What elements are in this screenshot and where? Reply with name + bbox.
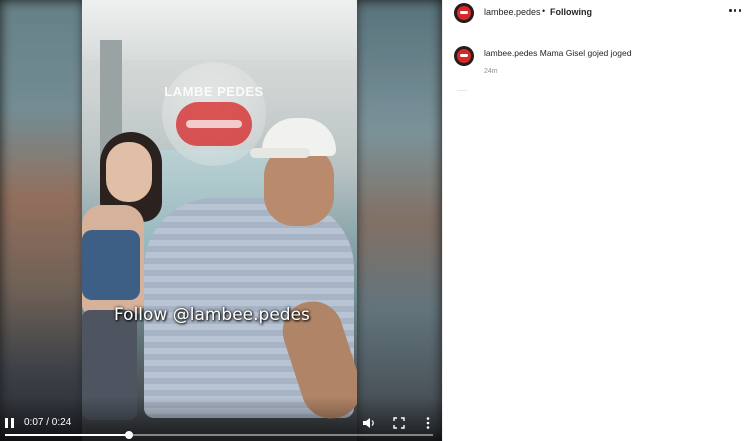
video-frame: LAMBE PEDES xyxy=(82,0,357,441)
divider xyxy=(457,90,467,91)
video-blur-left xyxy=(0,0,85,441)
lambe-pedes-logo: LAMBE PEDES xyxy=(162,62,266,166)
caption-timestamp[interactable]: 24m xyxy=(484,68,498,75)
post-viewer: LAMBE PEDES Follow @lambee.pedes 0:07 / … xyxy=(0,0,745,441)
caption-text: lambee.pedes Mama Gisel gojed joged xyxy=(484,48,631,58)
caption-body: Mama Gisel gojed joged xyxy=(539,48,632,58)
logo-text: LAMBE PEDES xyxy=(164,84,264,99)
fullscreen-icon[interactable] xyxy=(392,416,406,430)
video-progress-handle[interactable] xyxy=(125,431,134,439)
video-blur-right xyxy=(355,0,442,441)
person-right-cap-brim xyxy=(250,148,310,158)
person-left-face xyxy=(106,142,152,202)
scene-ceiling xyxy=(82,0,357,60)
video-watermark: Follow @lambee.pedes xyxy=(114,305,310,325)
caption-comment: lambee.pedes Mama Gisel gojed joged 24m xyxy=(443,44,745,84)
more-horizontal-icon[interactable] xyxy=(729,9,741,13)
caption-username[interactable]: lambee.pedes xyxy=(484,48,537,58)
video-controls: 0:07 / 0:24 xyxy=(0,397,442,441)
volume-icon[interactable] xyxy=(362,416,376,430)
post-header: lambee.pedes • Following xyxy=(443,0,745,28)
post-side-panel: lambee.pedes • Following lambee.pedes Ma… xyxy=(442,0,745,441)
more-vertical-icon[interactable] xyxy=(423,416,433,430)
video-progress-bar[interactable] xyxy=(5,431,433,439)
person-right-face xyxy=(264,146,334,226)
avatar[interactable] xyxy=(454,46,474,66)
lips-icon xyxy=(176,102,252,146)
following-button[interactable]: Following xyxy=(550,7,592,17)
post-username[interactable]: lambee.pedes xyxy=(484,7,541,17)
video-player[interactable]: LAMBE PEDES Follow @lambee.pedes 0:07 / … xyxy=(0,0,442,441)
pause-icon[interactable] xyxy=(5,418,14,428)
separator-dot: • xyxy=(542,6,546,16)
video-progress-fill xyxy=(5,434,130,436)
person-left-top xyxy=(82,230,140,300)
avatar[interactable] xyxy=(454,3,474,23)
video-time: 0:07 / 0:24 xyxy=(24,417,72,428)
